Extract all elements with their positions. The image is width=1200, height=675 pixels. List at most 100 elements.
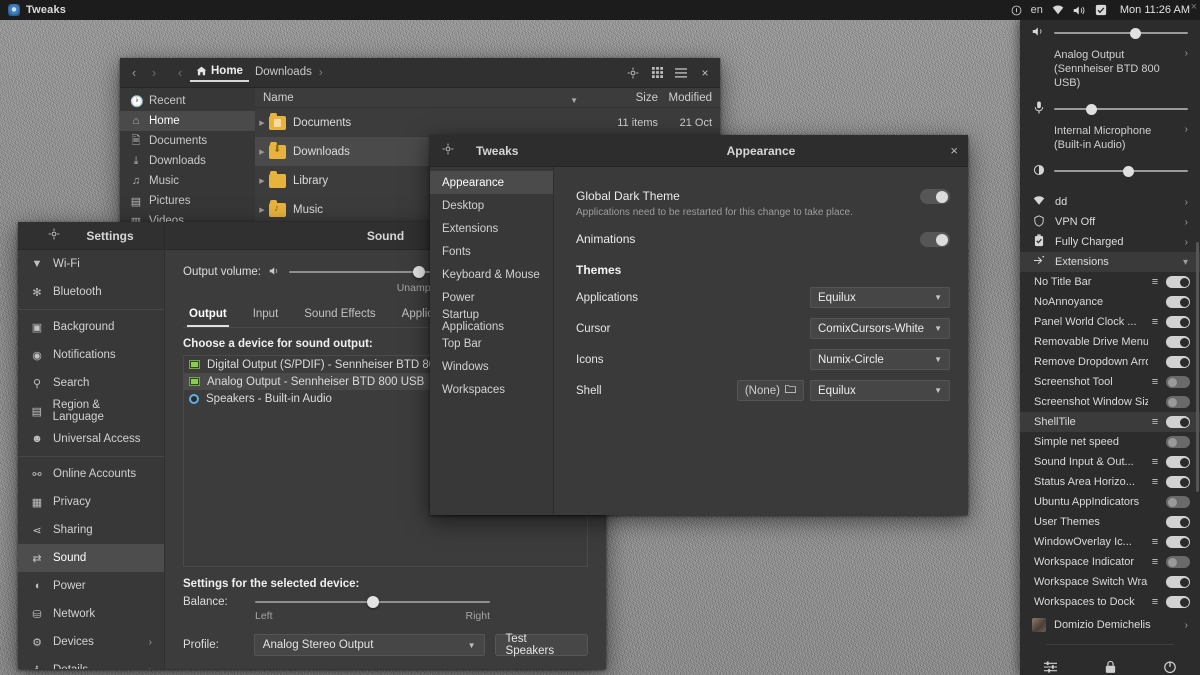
extension-toggle[interactable] (1166, 456, 1190, 468)
slider-knob[interactable] (367, 596, 379, 608)
tab-output[interactable]: Output (187, 304, 229, 327)
tweaks-nav-icon[interactable] (442, 143, 454, 158)
extension-menu-icon[interactable]: ≡ (1148, 378, 1162, 387)
volume-icon[interactable] (1073, 5, 1086, 16)
extension-toggle[interactable] (1166, 496, 1190, 508)
extension-toggle[interactable] (1166, 296, 1190, 308)
menu-item-network[interactable]: dd › (1020, 192, 1200, 212)
volume-icon[interactable] (1032, 26, 1046, 40)
extension-row[interactable]: Workspace Indicator≡ (1020, 552, 1200, 572)
checkbox-icon[interactable] (1095, 4, 1107, 16)
sidebar-item-power[interactable]: ◖Power (18, 572, 164, 600)
shell-theme-select[interactable]: Equilux ▼ (810, 380, 950, 401)
extension-toggle[interactable] (1166, 576, 1190, 588)
sidebar-item-downloads[interactable]: ⤓Downloads (120, 151, 255, 171)
sidebar-item-sharing[interactable]: ⋖Sharing (18, 516, 164, 544)
close-icon[interactable]: × (694, 62, 716, 84)
tab-appearance[interactable]: Appearance (430, 171, 553, 194)
extension-row[interactable]: Status Area Horizo...≡ (1020, 472, 1200, 492)
extension-row[interactable]: Remove Dropdown Arrows (1020, 352, 1200, 372)
extension-menu-icon[interactable]: ≡ (1148, 558, 1162, 567)
global-dark-theme-toggle[interactable] (920, 189, 950, 204)
sidebar-item-background[interactable]: ▣Background (18, 313, 164, 341)
test-speakers-button[interactable]: Test Speakers (495, 634, 588, 656)
sidebar-item-notifications[interactable]: ◉Notifications (18, 341, 164, 369)
tab-power[interactable]: Power (430, 286, 553, 309)
chevron-down-icon[interactable]: ▾ (1179, 257, 1188, 268)
scrollbar[interactable] (1196, 242, 1199, 492)
tab-fonts[interactable]: Fonts (430, 240, 553, 263)
animations-toggle[interactable] (920, 232, 950, 247)
extension-toggle[interactable] (1166, 396, 1190, 408)
breadcrumb-downloads[interactable]: Downloads (249, 64, 318, 81)
tab-top-bar[interactable]: Top Bar (430, 332, 553, 355)
balance-slider[interactable] (255, 594, 490, 610)
extension-row[interactable]: ShellTile≡ (1020, 412, 1200, 432)
extension-menu-icon[interactable]: ≡ (1148, 418, 1162, 427)
menu-item-vpn[interactable]: VPN Off › (1020, 212, 1200, 232)
tab-workspaces[interactable]: Workspaces (430, 378, 553, 401)
profile-select[interactable]: Analog Stereo Output ▼ (254, 634, 485, 656)
extension-row[interactable]: Workspace Switch Wrap... (1020, 572, 1200, 592)
breadcrumb-home[interactable]: Home (190, 63, 249, 82)
chevron-right-icon[interactable]: › (1181, 620, 1188, 631)
extension-toggle[interactable] (1166, 516, 1190, 528)
extension-toggle[interactable] (1166, 556, 1190, 568)
back-button[interactable]: ‹ (124, 62, 144, 84)
sidebar-item-pictures[interactable]: ▤Pictures (120, 191, 255, 211)
extension-row[interactable]: Simple net speed (1020, 432, 1200, 452)
extension-row[interactable]: Panel World Clock ...≡ (1020, 312, 1200, 332)
extension-row[interactable]: No Title Bar≡ (1020, 272, 1200, 292)
extension-menu-icon[interactable]: ≡ (1148, 478, 1162, 487)
close-icon[interactable]: × (1191, 1, 1197, 13)
extension-row[interactable]: Ubuntu AppIndicators (1020, 492, 1200, 512)
up-button[interactable]: ‹ (170, 62, 190, 84)
extension-menu-icon[interactable]: ≡ (1148, 538, 1162, 547)
input-source-label[interactable]: en (1031, 4, 1043, 16)
icons-theme-select[interactable]: Numix-Circle ▼ (810, 349, 950, 370)
extension-row[interactable]: Sound Input & Out...≡ (1020, 452, 1200, 472)
sidebar-item-search[interactable]: ⚲Search (18, 369, 164, 397)
cursor-theme-select[interactable]: ComixCursors-White ▼ (810, 318, 950, 339)
extension-row[interactable]: NoAnnoyance (1020, 292, 1200, 312)
applications-theme-select[interactable]: Equilux ▼ (810, 287, 950, 308)
lock-icon[interactable] (1104, 660, 1117, 675)
sidebar-item-bluetooth[interactable]: ✻Bluetooth (18, 278, 164, 306)
user-row[interactable]: Domizio Demichelis › (1020, 612, 1200, 638)
extension-menu-icon[interactable]: ≡ (1148, 278, 1162, 287)
extension-toggle[interactable] (1166, 356, 1190, 368)
tab-startup-applications[interactable]: Startup Applications (430, 309, 553, 332)
menu-item-extensions[interactable]: Extensions ▾ (1020, 252, 1200, 272)
top-bar-status-area[interactable]: en Mon 11:26 AM (1011, 4, 1200, 16)
location-icon[interactable] (622, 62, 644, 84)
expander-icon[interactable]: ▶ (255, 119, 269, 127)
column-name[interactable]: Name▼ (255, 92, 588, 104)
chevron-right-icon[interactable]: › (1181, 217, 1188, 228)
chevron-right-icon[interactable]: › (1181, 48, 1188, 59)
extension-toggle[interactable] (1166, 336, 1190, 348)
sidebar-item-online-accounts[interactable]: ⚯Online Accounts (18, 460, 164, 488)
input-device-row[interactable]: Internal Microphone (Built-in Audio) › (1020, 122, 1200, 158)
clock[interactable]: Mon 11:26 AM (1120, 4, 1190, 16)
sidebar-item-privacy[interactable]: ▦Privacy (18, 488, 164, 516)
list-view-icon[interactable] (670, 62, 692, 84)
sidebar-item-region-language[interactable]: ▤Region & Language (18, 397, 164, 425)
menu-item-battery[interactable]: Fully Charged › (1020, 232, 1200, 252)
extension-toggle[interactable] (1166, 436, 1190, 448)
tab-desktop[interactable]: Desktop (430, 194, 553, 217)
sidebar-item-wifi[interactable]: ▼Wi-Fi (18, 250, 164, 278)
sidebar-item-music[interactable]: ♫Music (120, 171, 255, 191)
slider-knob[interactable] (1123, 166, 1134, 177)
brightness-slider[interactable] (1054, 164, 1188, 178)
settings-sliders-icon[interactable] (1043, 660, 1058, 675)
sidebar-item-devices[interactable]: ⚙Devices› (18, 628, 164, 656)
slider-knob[interactable] (1086, 104, 1097, 115)
expander-icon[interactable]: ▶ (255, 206, 269, 214)
forward-button[interactable]: › (144, 62, 164, 84)
microphone-icon[interactable] (1032, 101, 1046, 117)
column-size[interactable]: Size (588, 92, 658, 104)
slider-knob[interactable] (1130, 28, 1141, 39)
expander-icon[interactable]: ▶ (255, 177, 269, 185)
settings-nav-icon[interactable] (48, 228, 60, 243)
grid-view-icon[interactable] (646, 62, 668, 84)
